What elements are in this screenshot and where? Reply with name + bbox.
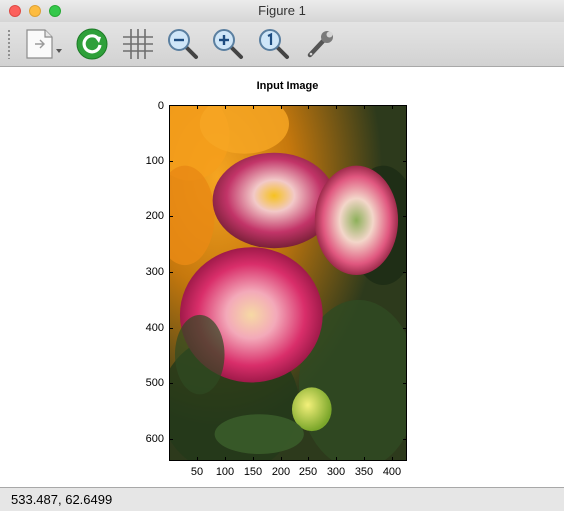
zoom-reset-button[interactable] (256, 26, 292, 62)
settings-button[interactable] (302, 26, 338, 62)
x-tick-mark (197, 105, 198, 109)
y-tick-mark (169, 383, 173, 384)
plot-title: Input Image (256, 80, 319, 92)
x-tick-mark (225, 457, 226, 461)
x-tick-mark (336, 105, 337, 109)
x-tick-mark (308, 457, 309, 461)
x-tick-mark (364, 105, 365, 109)
status-bar: 533.487, 62.6499 (0, 487, 564, 511)
x-tick-mark (392, 105, 393, 109)
y-tick-mark (403, 272, 407, 273)
x-tick-mark (308, 105, 309, 109)
x-tick-mark (253, 457, 254, 461)
y-tick-mark (169, 328, 173, 329)
x-tick-mark (392, 457, 393, 461)
y-tick-mark (403, 383, 407, 384)
y-tick-mark (403, 439, 407, 440)
y-tick-label: 0 (157, 100, 164, 112)
y-tick-label: 500 (145, 377, 164, 389)
grid-icon (123, 29, 153, 59)
y-tick-mark (403, 161, 407, 162)
toolbar-grip (8, 29, 10, 59)
window-title: Figure 1 (258, 3, 306, 18)
x-tick-mark (336, 457, 337, 461)
toolbar (0, 22, 564, 67)
y-tick-label: 300 (145, 266, 164, 278)
settings-wrench-icon (307, 31, 333, 58)
y-tick-mark (403, 216, 407, 217)
x-tick-mark (225, 105, 226, 109)
x-tick-label: 350 (354, 466, 374, 478)
refresh-icon (76, 28, 108, 60)
new-figure-button[interactable] (20, 26, 68, 62)
cursor-coordinates: 533.487, 62.6499 (11, 492, 113, 507)
zoom-out-button[interactable] (165, 26, 201, 62)
y-tick-mark (169, 216, 173, 217)
y-tick-label: 100 (145, 155, 164, 167)
x-tick-label: 100 (215, 466, 235, 478)
y-tick-mark (169, 161, 173, 162)
title-bar: Figure 1 (0, 0, 564, 23)
x-tick-mark (197, 457, 198, 461)
y-tick-mark (169, 272, 173, 273)
x-tick-label: 250 (298, 466, 318, 478)
figure-window: Figure 1 Input Image 0 100 200 300 400 5… (0, 0, 564, 511)
x-tick-label: 150 (243, 466, 263, 478)
x-tick-mark (281, 457, 282, 461)
grid-button[interactable] (120, 26, 156, 62)
refresh-button[interactable] (74, 26, 110, 62)
flower-photo (170, 106, 406, 460)
x-tick-label: 200 (271, 466, 291, 478)
new-figure-icon (26, 29, 62, 59)
zoom-in-icon (213, 29, 243, 59)
x-tick-mark (253, 105, 254, 109)
y-tick-label: 600 (145, 433, 164, 445)
x-tick-mark (281, 105, 282, 109)
y-tick-mark (169, 439, 173, 440)
x-tick-mark (364, 457, 365, 461)
x-tick-label: 300 (326, 466, 346, 478)
zoom-out-icon (168, 29, 198, 59)
y-tick-label: 200 (145, 210, 164, 222)
zoom-in-button[interactable] (210, 26, 246, 62)
image-axes[interactable] (169, 105, 407, 461)
x-tick-label: 50 (190, 466, 204, 478)
y-tick-mark (403, 328, 407, 329)
x-tick-label: 400 (382, 466, 402, 478)
zoom-reset-icon (259, 29, 289, 59)
y-tick-label: 400 (145, 322, 164, 334)
